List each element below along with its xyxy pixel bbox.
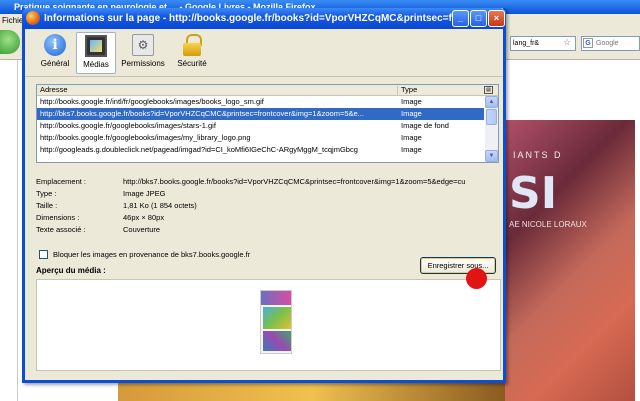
list-row[interactable]: http://books.google.fr/googlebooks/image… [37,132,484,144]
scroll-up-icon[interactable]: ▲ [485,96,498,108]
detail-row-type: Type : Image JPEG [36,188,501,199]
list-row[interactable]: http://books.google.fr/intl/fr/googleboo… [37,96,484,108]
column-header-type[interactable]: Type [401,85,417,95]
detail-value: http://bks7.books.google.fr/books?id=Vpo… [123,177,466,186]
detail-value: 1,81 Ko (1 854 octets) [123,201,197,210]
tab-securite-label: Sécurité [177,59,207,68]
tab-general[interactable]: i Général [35,32,75,74]
detail-row-dimensions: Dimensions : 46px × 80px [36,212,501,223]
book-cover-author: AE NICOLE LORAUX [509,220,587,229]
detail-row-alt-text: Texte associé : Couverture [36,224,501,235]
dialog-toolbar: i Général Médias ⚙ Permissions Sécurité [25,29,503,77]
list-row[interactable]: http://googleads.g.doubleclick.net/pagea… [37,144,484,156]
row-address: http://books.google.fr/googlebooks/image… [40,133,251,142]
row-address: http://books.google.fr/googlebooks/image… [40,121,216,130]
close-button[interactable]: × [488,10,505,27]
page-banner-image [118,382,505,401]
row-address: http://googleads.g.doubleclick.net/pagea… [40,145,358,154]
tab-permissions[interactable]: ⚙ Permissions [119,32,167,74]
detail-row-size: Taille : 1,81 Ko (1 854 octets) [36,200,501,211]
block-images-checkbox[interactable] [39,250,48,259]
column-picker-icon[interactable]: ▤ [484,86,493,94]
list-scrollbar[interactable]: ▲ ▼ [485,96,498,162]
book-cover-title: IANTS D [513,150,563,160]
click-marker [466,268,487,289]
menu-fichier[interactable]: Fichie [2,16,23,25]
tab-medias[interactable]: Médias [76,32,116,74]
lock-icon [181,34,203,56]
detail-label: Texte associé : [36,225,86,234]
detail-label: Type : [36,189,57,198]
thumbnail-band [261,291,291,305]
minimize-button[interactable]: _ [452,10,469,27]
list-row[interactable]: http://books.google.fr/googlebooks/image… [37,120,484,132]
detail-label: Dimensions : [36,213,80,222]
detail-label: Emplacement : [36,177,87,186]
media-preview-pane [36,279,501,371]
browser-sidebar [0,60,18,401]
list-header: Adresse Type ▤ [37,85,498,96]
maximize-button[interactable]: □ [470,10,487,27]
tab-permissions-label: Permissions [121,59,165,68]
row-type: Image [401,109,422,118]
thumbnail-band [263,331,291,351]
tab-securite[interactable]: Sécurité [173,32,211,74]
bookmark-star-icon[interactable]: ☆ [563,37,571,48]
firefox-icon [26,11,40,25]
row-type: Image de fond [401,121,449,130]
book-cover-thumbnail [260,290,292,354]
detail-value: Couverture [123,225,161,234]
info-icon: i [44,34,66,56]
preview-label: Aperçu du média : [36,266,106,275]
detail-value: Image JPEG [123,189,166,198]
book-cover-image: IANTS D SI AE NICOLE LORAUX [505,120,635,401]
row-type: Image [401,133,422,142]
dialog-title-bar[interactable]: Informations sur la page - http://books.… [22,8,506,29]
row-address: http://books.google.fr/intl/fr/googleboo… [40,97,264,106]
row-type: Image [401,145,422,154]
thumbnail-band [263,307,291,329]
dialog-title: Informations sur la page - http://books.… [44,13,461,24]
tab-general-label: Général [40,59,70,68]
row-type: Image [401,97,422,106]
detail-row-location: Emplacement : http://bks7.books.google.f… [36,176,501,187]
media-film-icon [85,35,107,57]
book-cover-big-text: SI [509,168,558,219]
row-address: http://bks7.books.google.fr/books?id=Vpo… [40,109,364,118]
media-list[interactable]: Adresse Type ▤ http://books.google.fr/in… [36,84,499,163]
scroll-thumb[interactable] [486,109,497,125]
tab-medias-label: Médias [83,60,109,69]
list-row-selected[interactable]: http://bks7.books.google.fr/books?id=Vpo… [37,108,484,120]
column-header-adresse[interactable]: Adresse [40,85,68,95]
column-divider[interactable] [397,86,398,95]
google-search-icon[interactable]: G [583,38,593,48]
detail-value: 46px × 80px [123,213,165,222]
scroll-down-icon[interactable]: ▼ [485,150,498,162]
detail-label: Taille : [36,201,58,210]
search-placeholder: Google [596,40,619,47]
url-text: lang_fr& [513,40,540,47]
page-info-dialog: Informations sur la page - http://books.… [22,8,506,383]
permissions-icon: ⚙ [132,34,154,56]
block-images-label[interactable]: Bloquer les images en provenance de bks7… [53,250,250,260]
